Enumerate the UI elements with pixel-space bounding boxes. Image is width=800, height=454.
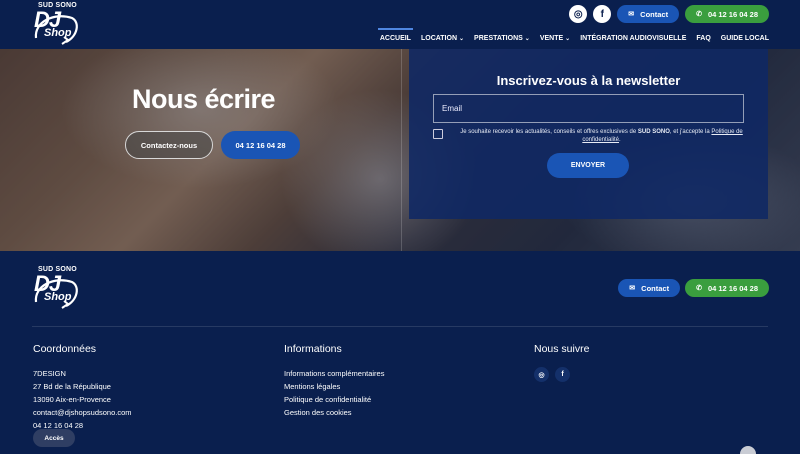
consent-suffix: . [619, 137, 621, 143]
header-contact-label: Contact [640, 9, 669, 19]
instagram-icon[interactable]: ◎ [569, 5, 588, 23]
footer-phone-button[interactable]: ✆ 04 12 16 04 28 [685, 279, 769, 297]
nav-label: VENTE [539, 35, 564, 42]
coordinates-column: Coordonnées 7DESIGN 27 Bd de la Républiq… [33, 343, 132, 432]
nav-item-faq[interactable]: FAQ [696, 35, 710, 42]
header-phone-label: 04 12 16 04 28 [707, 9, 758, 19]
header-actions: ◎ f ✉ Contact ✆ 04 12 16 04 28 [569, 5, 769, 23]
email-field[interactable]: Email [433, 94, 744, 123]
recaptcha-badge[interactable] [740, 446, 756, 454]
privacy-link[interactable]: Politique de confidentialité [284, 393, 384, 406]
info-link[interactable]: Informations complémentaires [284, 367, 384, 380]
logo-shop: Shop [44, 27, 72, 39]
consent-middle: , et j'accepte la [669, 129, 712, 135]
company-name: 7DESIGN [33, 369, 66, 378]
footer-divider [32, 326, 768, 327]
nav-item-prestations[interactable]: PRESTATIONS ⌄ [474, 35, 530, 42]
nav-label: PRESTATIONS [474, 35, 523, 42]
facebook-icon[interactable]: f [593, 5, 612, 23]
contact-us-button[interactable]: Contactez-nous [125, 131, 213, 159]
nav-item-location[interactable]: LOCATION ⌄ [421, 35, 464, 42]
information-column: Informations Informations complémentaire… [284, 343, 384, 419]
follow-column: Nous suivre ◎ f [534, 343, 589, 382]
nav-item-accueil[interactable]: ACCUEIL [377, 28, 414, 42]
cookies-link[interactable]: Gestion des cookies [284, 406, 384, 419]
nav-label: LOCATION [420, 35, 458, 42]
hero-section: Nous écrire Contactez-nous 04 12 16 04 2… [0, 49, 800, 251]
email-link[interactable]: contact@djshopsudsono.com [33, 406, 132, 419]
footer-contact-label: Contact [641, 283, 670, 293]
legal-link[interactable]: Mentions légales [284, 380, 384, 393]
nav-label: FAQ [696, 35, 711, 42]
nav-label: GUIDE LOCAL [720, 35, 769, 42]
access-button[interactable]: Accès [33, 429, 75, 447]
header-contact-button[interactable]: ✉ Contact [617, 5, 680, 23]
consent-text: Je souhaite recevoir les actualités, con… [454, 128, 749, 144]
envelope-icon: ✉ [628, 11, 635, 18]
street-address: 27 Bd de la République [33, 382, 111, 391]
footer-logo[interactable]: SUD SONO DJ Shop [32, 266, 80, 310]
facebook-icon[interactable]: f [555, 367, 570, 382]
email-placeholder: Email [442, 104, 463, 113]
follow-title: Nous suivre [534, 343, 590, 355]
information-title: Informations [284, 343, 342, 355]
phone-icon: ✆ [696, 285, 702, 292]
main-nav: ACCUEIL LOCATION ⌄ PRESTATIONS ⌄ VENTE ⌄ IN… [377, 28, 769, 42]
newsletter-title: Inscrivez-vous à la newsletter [496, 73, 681, 88]
logo-shop: Shop [44, 291, 72, 303]
nav-item-guide-local[interactable]: GUIDE LOCAL [721, 35, 769, 42]
chevron-down-icon: ⌄ [565, 36, 571, 42]
consent-prefix: Je souhaite recevoir les actualités, con… [460, 129, 638, 135]
social-links: ◎ f [534, 367, 589, 382]
newsletter-panel: Inscrivez-vous à la newsletter Email Je … [409, 49, 768, 219]
city-address: 13090 Aix-en-Provence [33, 395, 111, 404]
coordinates-title: Coordonnées [33, 343, 97, 355]
nav-item-vente[interactable]: VENTE ⌄ [540, 35, 570, 42]
instagram-icon[interactable]: ◎ [534, 367, 549, 382]
site-footer: SUD SONO DJ Shop ✉ Contact ✆ 04 12 16 04… [0, 251, 800, 454]
hero-phone-button[interactable]: 04 12 16 04 28 [221, 131, 300, 159]
footer-phone-label: 04 12 16 04 28 [707, 283, 758, 293]
footer-contact-button[interactable]: ✉ Contact [618, 279, 681, 297]
nav-item-integration[interactable]: INTÉGRATION AUDIOVISUELLE [580, 35, 686, 42]
site-logo[interactable]: SUD SONO DJ Shop [32, 2, 80, 46]
envelope-icon: ✉ [629, 285, 636, 292]
nav-label: ACCUEIL [379, 35, 411, 42]
footer-actions: ✉ Contact ✆ 04 12 16 04 28 [618, 279, 769, 297]
header-phone-button[interactable]: ✆ 04 12 16 04 28 [685, 5, 769, 23]
hero-divider [401, 49, 402, 251]
site-header: SUD SONO DJ Shop ◎ f ✉ Contact ✆ 04 12 1… [0, 0, 800, 49]
chevron-down-icon: ⌄ [524, 36, 530, 42]
consent-brand: SUD SONO [637, 129, 670, 135]
phone-icon: ✆ [696, 11, 702, 18]
hero-title: Nous écrire [132, 84, 276, 114]
consent-checkbox[interactable] [433, 129, 443, 139]
submit-button[interactable]: ENVOYER [547, 153, 629, 178]
chevron-down-icon: ⌄ [459, 36, 465, 42]
nav-label: INTÉGRATION AUDIOVISUELLE [580, 35, 687, 42]
